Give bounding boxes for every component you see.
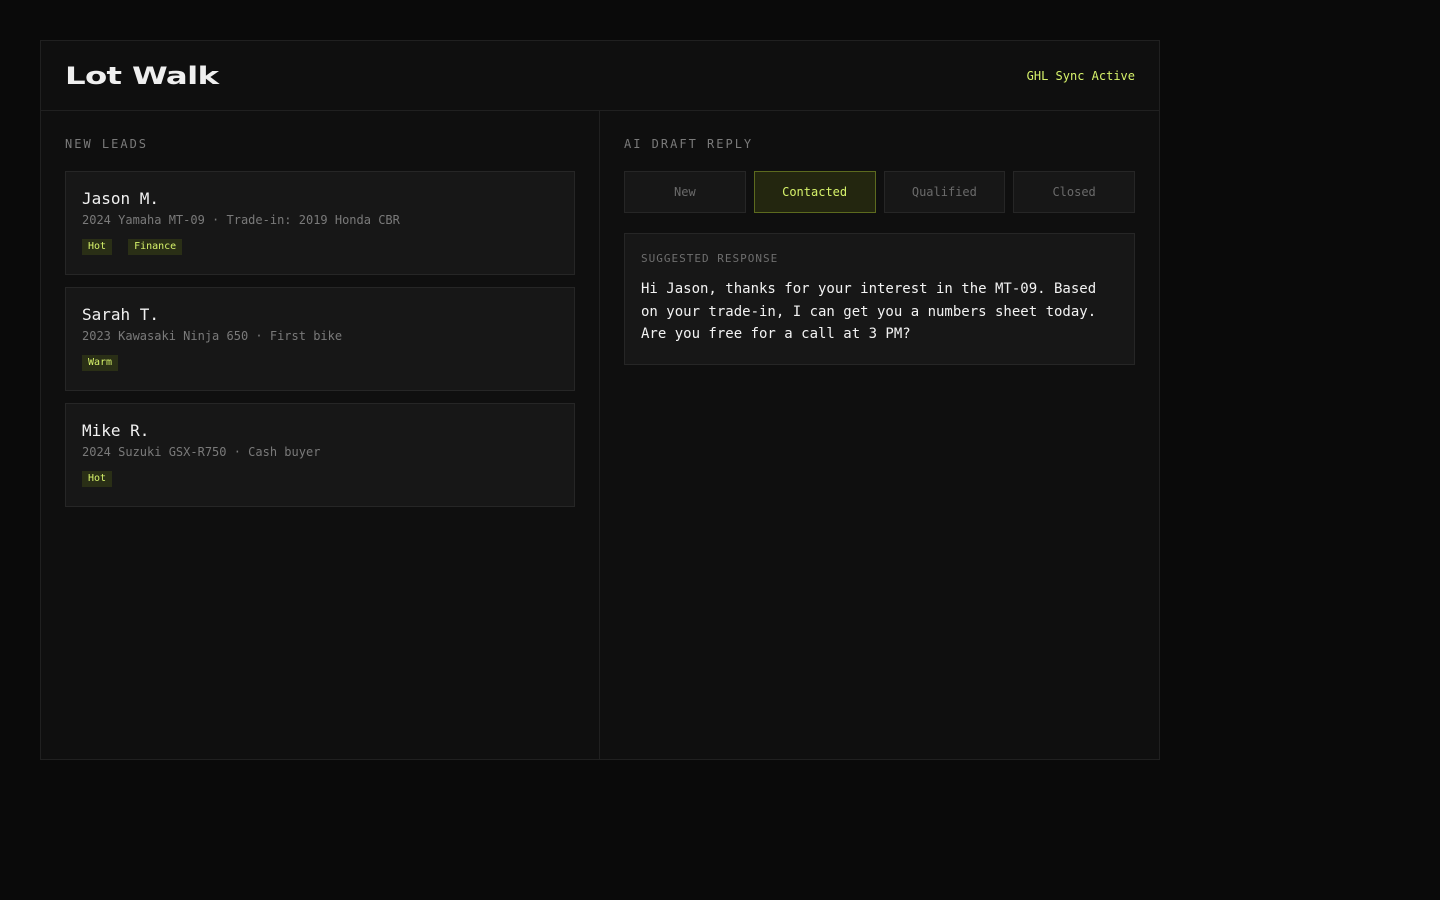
- lead-detail: 2023 Kawasaki Ninja 650 · First bike: [82, 329, 343, 343]
- lead-tags: Hot: [82, 471, 558, 487]
- status-qualified-button[interactable]: Qualified: [883, 171, 1006, 213]
- sync-status: GHL Sync Active: [1026, 68, 1135, 83]
- suggested-response-box: SUGGESTED RESPONSE Hi Jason, thanks for …: [624, 233, 1135, 365]
- lead-name: Jason M.: [82, 189, 160, 208]
- lead-detail: 2024 Suzuki GSX-R750 · Cash buyer: [82, 445, 321, 459]
- lead-card-jason[interactable]: Jason M. 2024 Yamaha MT-09 · Trade-in: 2…: [65, 171, 575, 275]
- draft-panel: AI DRAFT REPLY New Contacted Qualified C…: [600, 111, 1159, 759]
- status-new-button[interactable]: New: [624, 171, 746, 213]
- lead-name: Sarah T.: [82, 305, 160, 324]
- tag-finance: Finance: [128, 239, 183, 255]
- leads-panel-title: NEW LEADS: [65, 137, 149, 151]
- status-contacted-button[interactable]: Contacted: [753, 171, 876, 213]
- draft-panel-title: AI DRAFT REPLY: [624, 137, 754, 151]
- status-selector: New Contacted Qualified Closed: [624, 171, 1135, 213]
- lead-tags: Warm: [82, 355, 558, 371]
- app-logo: Lot Walk: [65, 61, 219, 90]
- suggested-response-label: SUGGESTED RESPONSE: [641, 252, 779, 265]
- status-closed-button[interactable]: Closed: [1013, 171, 1135, 213]
- tag-warm: Warm: [82, 355, 119, 371]
- suggested-response-text: Hi Jason, thanks for your interest in th…: [641, 281, 1097, 342]
- app-header: Lot Walk GHL Sync Active: [41, 41, 1159, 111]
- lead-name: Mike R.: [82, 421, 150, 440]
- tag-hot: Hot: [82, 239, 113, 255]
- leads-panel: NEW LEADS Jason M. 2024 Yamaha MT-09 · T…: [41, 111, 600, 759]
- lead-card-sarah[interactable]: Sarah T. 2023 Kawasaki Ninja 650 · First…: [65, 287, 575, 391]
- tag-hot: Hot: [82, 471, 113, 487]
- app-body: NEW LEADS Jason M. 2024 Yamaha MT-09 · T…: [41, 111, 1159, 759]
- lead-card-mike[interactable]: Mike R. 2024 Suzuki GSX-R750 · Cash buye…: [65, 403, 575, 507]
- app-window: Lot Walk GHL Sync Active NEW LEADS Jason…: [40, 40, 1160, 760]
- lead-tags: Hot Finance: [82, 239, 558, 255]
- lead-detail: 2024 Yamaha MT-09 · Trade-in: 2019 Honda…: [82, 213, 400, 227]
